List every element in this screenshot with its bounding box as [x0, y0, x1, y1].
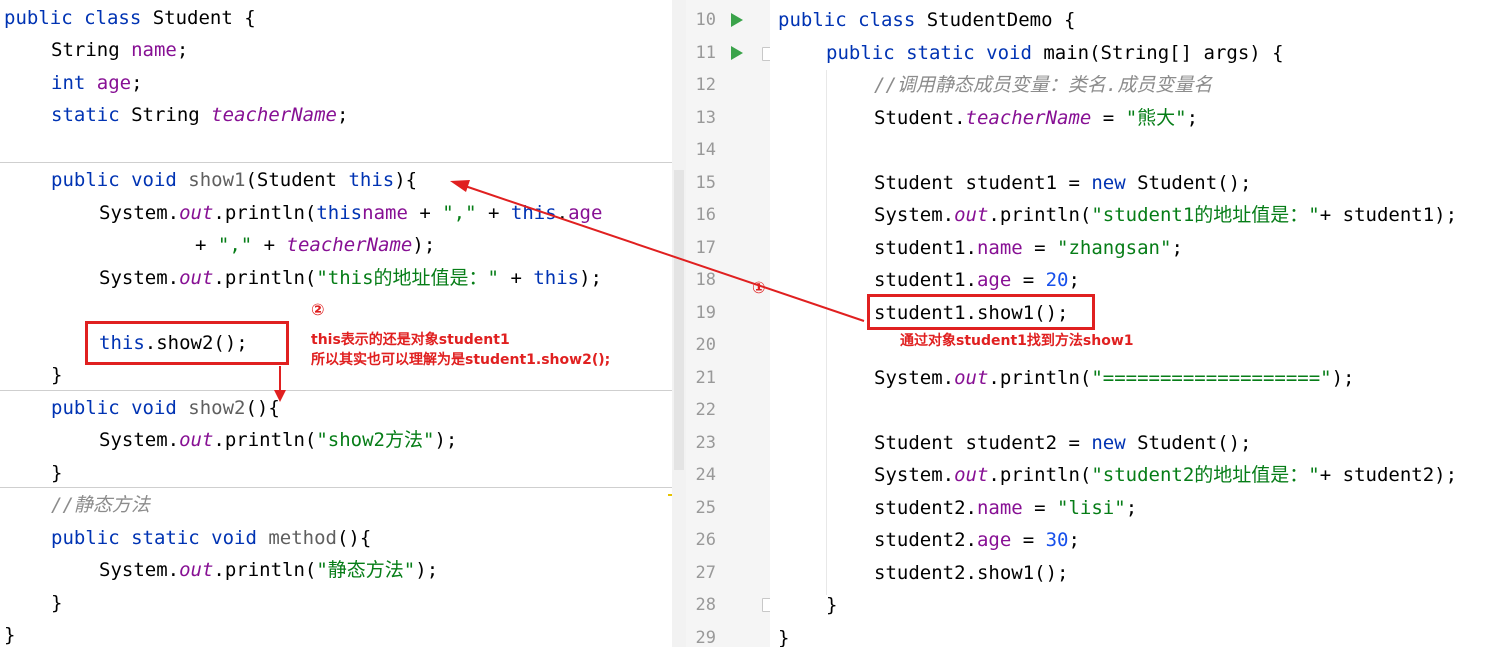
annotation-note-2-line1: this表示的还是对象student1 — [311, 332, 510, 348]
code-line[interactable]: } — [51, 457, 62, 489]
code-line[interactable]: Student student2 = new Student(); — [874, 427, 1252, 459]
line-number: 15 — [695, 173, 716, 193]
line-number: 27 — [695, 563, 716, 583]
scrollbar-thumb[interactable] — [674, 170, 684, 470]
line-number: 26 — [695, 530, 716, 550]
method-separator — [0, 390, 672, 391]
code-line[interactable]: student2.name = "lisi"; — [874, 492, 1137, 524]
line-number: 25 — [695, 498, 716, 518]
code-line[interactable]: System.out.println("show2方法"); — [99, 424, 457, 456]
code-line[interactable]: public static void method(){ — [51, 522, 371, 554]
code-line[interactable]: System.out.println("student2的地址值是："+ stu… — [874, 459, 1457, 491]
highlight-box-this-show2 — [85, 321, 289, 365]
code-line[interactable]: + "," + teacherName); — [195, 229, 435, 261]
code-line[interactable]: System.out.println("==================="… — [874, 362, 1354, 394]
run-class-icon[interactable] — [731, 13, 743, 27]
annotation-circle-2: ② — [311, 300, 325, 319]
code-line[interactable]: } — [4, 619, 15, 647]
line-number: 18 — [695, 270, 716, 290]
line-number: 14 — [695, 140, 716, 160]
code-line[interactable]: public void show2(){ — [51, 392, 280, 424]
code-line[interactable]: Student student1 = new Student(); — [874, 167, 1252, 199]
code-line[interactable]: } — [51, 359, 62, 391]
line-number: 28 — [695, 595, 716, 615]
code-line[interactable]: System.out.println("student1的地址值是："+ stu… — [874, 199, 1457, 231]
code-line[interactable]: int age; — [51, 67, 143, 99]
line-number: 24 — [695, 465, 716, 485]
code-line[interactable]: public class Student { — [4, 2, 256, 34]
line-number: 16 — [695, 205, 716, 225]
code-line[interactable]: } — [778, 622, 789, 647]
code-line[interactable]: student2.age = 30; — [874, 524, 1080, 556]
code-line[interactable]: student2.show1(); — [874, 557, 1068, 589]
code-line[interactable]: static String teacherName; — [51, 99, 348, 131]
code-line[interactable]: //静态方法 — [51, 489, 150, 521]
annotation-note-1: 通过对象student1找到方法show1 — [900, 333, 1134, 349]
run-main-icon[interactable] — [731, 46, 743, 60]
code-line[interactable]: } — [51, 587, 62, 619]
left-editor-pane[interactable]: public class Student { String name; int … — [0, 0, 672, 647]
indent-guide — [826, 70, 827, 595]
line-number: 20 — [695, 335, 716, 355]
code-line[interactable]: System.out.println("静态方法"); — [99, 554, 438, 586]
right-editor-pane[interactable]: public class StudentDemo { public static… — [770, 0, 1502, 647]
line-number: 11 — [695, 43, 716, 63]
method-separator — [0, 162, 672, 163]
code-line[interactable]: String name; — [51, 34, 188, 66]
left-scrollbar[interactable] — [672, 0, 686, 647]
line-number: 23 — [695, 433, 716, 453]
code-line[interactable]: public static void main(String[] args) { — [826, 37, 1284, 69]
code-line[interactable]: } — [826, 589, 837, 621]
line-number: 21 — [695, 368, 716, 388]
code-line[interactable]: System.out.println(thisname + "," + this… — [99, 197, 602, 229]
code-line[interactable]: student1.name = "zhangsan"; — [874, 232, 1183, 264]
code-line[interactable]: public class StudentDemo { — [778, 4, 1075, 36]
line-number: 12 — [695, 75, 716, 95]
annotation-circle-1: ① — [752, 278, 766, 297]
method-separator — [0, 487, 672, 488]
line-number: 13 — [695, 108, 716, 128]
annotation-note-2-line2: 所以其实也可以理解为是student1.show2(); — [311, 352, 611, 368]
code-line[interactable]: Student.teacherName = "熊大"; — [874, 102, 1198, 134]
code-line[interactable]: //调用静态成员变量：类名.成员变量名 — [874, 69, 1212, 101]
highlight-box-student1-show1 — [867, 294, 1095, 330]
line-number: 17 — [695, 238, 716, 258]
line-number: 22 — [695, 400, 716, 420]
line-number: 10 — [695, 10, 716, 30]
code-line[interactable]: student1.age = 20; — [874, 264, 1080, 296]
code-line[interactable]: System.out.println("this的地址值是：" + this); — [99, 262, 602, 294]
code-line[interactable]: public void show1(Student this){ — [51, 164, 417, 196]
line-number: 29 — [695, 628, 716, 648]
line-number: 19 — [695, 303, 716, 323]
